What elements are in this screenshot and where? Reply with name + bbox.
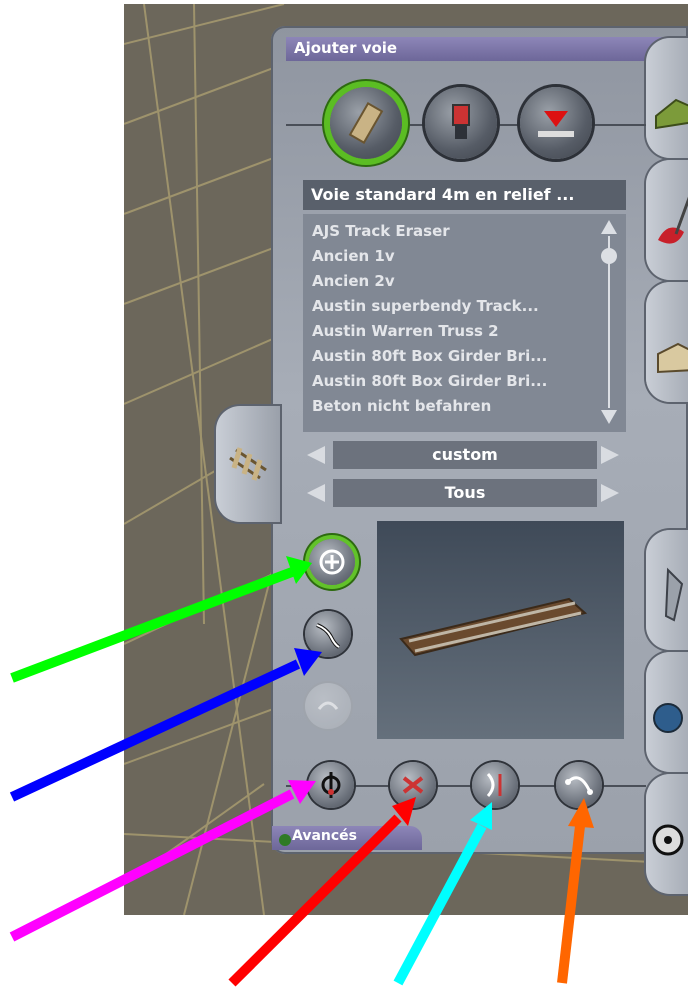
orange-arrow	[557, 825, 585, 984]
green-arrow	[10, 567, 294, 683]
magenta-arrow-head	[288, 780, 316, 804]
cyan-arrow	[393, 823, 487, 986]
blue-arrow	[9, 659, 301, 802]
annotation-arrows	[9, 556, 594, 987]
blue-arrow-head	[294, 648, 322, 676]
orange-arrow-head	[568, 798, 594, 828]
magenta-arrow	[9, 789, 295, 942]
red-arrow	[228, 814, 402, 987]
